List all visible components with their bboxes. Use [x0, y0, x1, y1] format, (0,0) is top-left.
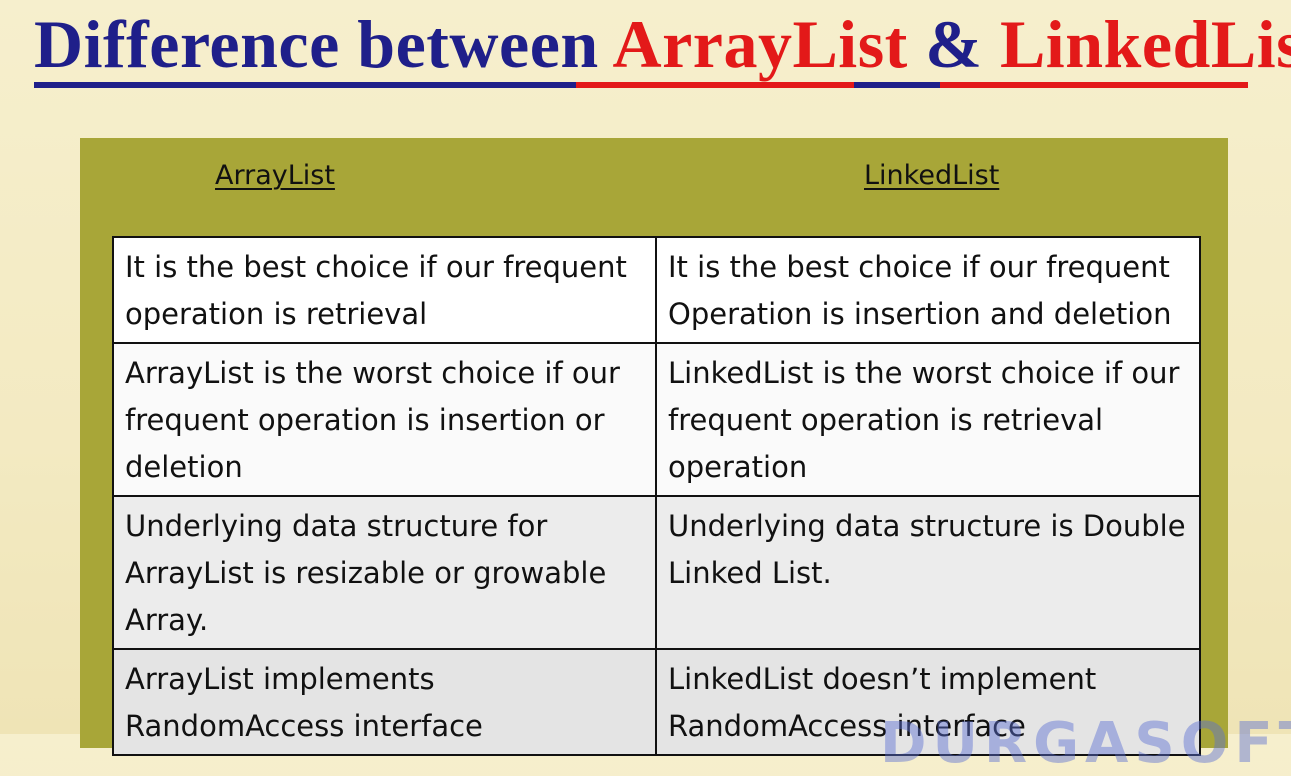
table-cell-arraylist: ArrayList is the worst choice if our fre… — [112, 342, 657, 497]
table-row: Underlying data structure for ArrayList … — [112, 495, 1201, 650]
slide-title: Difference between ArrayList & LinkedLis… — [34, 6, 1291, 82]
title-part-difference-between: Difference between — [34, 6, 613, 82]
table-cell-linkedlist: It is the best choice if our frequent Op… — [655, 236, 1201, 344]
table-cell-arraylist: Underlying data structure for ArrayList … — [112, 495, 657, 650]
table-cell-linkedlist: Underlying data structure is Double Link… — [655, 495, 1201, 650]
comparison-table: It is the best choice if our frequent op… — [112, 236, 1201, 756]
watermark-logo: DURGASOFT — [880, 711, 1291, 776]
title-part-arraylist: ArrayList — [612, 6, 908, 82]
column-header-linkedlist: LinkedList — [864, 160, 1000, 191]
table-row: It is the best choice if our frequent op… — [112, 236, 1201, 344]
table-row: ArrayList is the worst choice if our fre… — [112, 342, 1201, 497]
table-cell-arraylist: ArrayList implements RandomAccess interf… — [112, 648, 657, 756]
column-header-arraylist: ArrayList — [215, 160, 335, 191]
title-underline-blue-2 — [854, 82, 940, 88]
slide-title-block: Difference between ArrayList & LinkedLis… — [34, 6, 1291, 90]
title-part-linkedlist: LinkedList — [999, 6, 1291, 82]
title-underline-blue-1 — [34, 82, 576, 88]
title-underline — [34, 82, 1248, 88]
title-part-ampersand: & — [907, 6, 1000, 82]
title-underline-red-1 — [576, 82, 854, 88]
title-underline-red-2 — [940, 82, 1248, 88]
table-cell-linkedlist: LinkedList is the worst choice if our fr… — [655, 342, 1201, 497]
table-cell-arraylist: It is the best choice if our frequent op… — [112, 236, 657, 344]
